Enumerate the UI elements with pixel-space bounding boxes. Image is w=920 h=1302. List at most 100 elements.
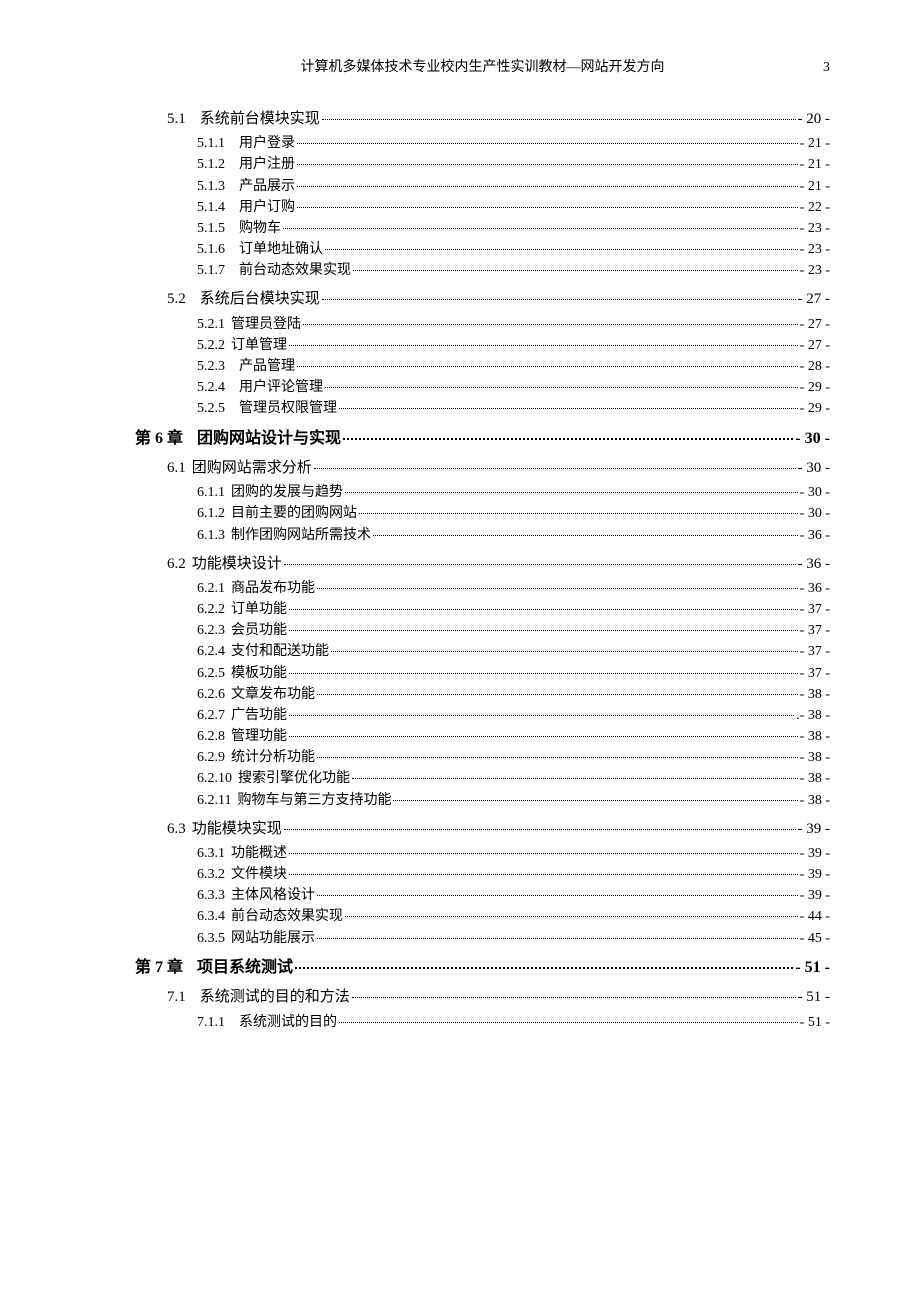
toc-leader-dots — [345, 481, 798, 493]
toc-entry-label: 6.2功能模块设计 — [167, 557, 282, 572]
toc-entry: 6.2功能模块设计- 36 - — [167, 555, 830, 572]
toc-entry-title: 购物车与第三方支持功能 — [237, 793, 391, 808]
page-number: 3 — [800, 60, 830, 76]
toc-entry-label: 5.1.3产品展示 — [197, 180, 295, 194]
toc-leader-dots — [314, 456, 796, 469]
toc-entry-title: 项目系统测试 — [197, 959, 293, 976]
toc-entry-page: - 30 - — [798, 461, 831, 476]
toc-entry-label: 5.2.1管理员登陆 — [197, 318, 301, 332]
toc-entry: 5.1.2用户注册 - 21 - — [197, 156, 830, 172]
toc-entry-number: 6.2.11 — [197, 794, 237, 808]
toc-entry-number: 5.2.4 — [197, 381, 239, 395]
toc-entry-label: 6.3.2文件模块 — [197, 868, 287, 882]
toc-entry: 5.1.5购物车- 23 - — [197, 220, 830, 236]
toc-entry-label: 5.1.4用户订购 — [197, 201, 295, 215]
toc-entry-title: 统计分析功能 — [231, 750, 315, 765]
toc-entry: 5.1.6订单地址确认- 23 - — [197, 241, 830, 257]
toc-leader-dots — [295, 955, 793, 970]
toc-entry-page: - 21 - — [800, 158, 830, 172]
toc-entry-label: 5.1.7前台动态效果实现 — [197, 264, 351, 278]
toc-entry-number: 6.1 — [167, 461, 192, 476]
toc-entry-title: 订单地址确认 — [239, 242, 323, 257]
toc-entry-label: 6.2.11购物车与第三方支持功能 — [197, 794, 391, 808]
toc-entry-label: 5.1.5购物车 — [197, 222, 281, 236]
toc-entry-title: 功能模块设计 — [192, 556, 282, 572]
toc-entry-title: 管理员权限管理 — [239, 401, 337, 416]
toc-entry-page: - 51 - — [795, 960, 830, 976]
toc-entry-label: 5.1.2用户注册 — [197, 158, 295, 172]
toc-entry-page: - 39 - — [800, 889, 830, 903]
toc-entry-label: 6.3.3主体风格设计 — [197, 889, 315, 903]
toc-entry: 6.1.1团购的发展与趋势- 30 - — [197, 484, 830, 500]
toc-leader-dots — [303, 312, 798, 324]
toc-entry-number: 6.2.2 — [197, 603, 231, 617]
toc-entry-number: 5.1 — [167, 112, 200, 127]
toc-entry-page: - 39 - — [800, 847, 830, 861]
toc-leader-dots — [352, 767, 798, 779]
toc-entry-page: - 37 - — [800, 645, 830, 659]
toc-entry-number: 6.3.1 — [197, 847, 231, 861]
toc-leader-dots — [343, 425, 793, 440]
toc-entry-page: - 27 - — [800, 318, 830, 332]
toc-entry-number: 7.1.1 — [197, 1016, 239, 1030]
toc-entry-title: 功能模块实现 — [192, 821, 282, 837]
toc-entry-label: 6.2.5模板功能 — [197, 667, 287, 681]
toc-entry-title: 管理员登陆 — [231, 317, 301, 332]
toc-entry: 6.2.9统计分析功能- 38 - — [197, 749, 830, 765]
toc-entry-page: .- 38 - — [796, 709, 830, 723]
toc-entry-title: 用户订购 — [239, 200, 295, 215]
toc-entry-label: 6.3功能模块实现 — [167, 822, 282, 837]
toc-entry-page: - 21 - — [800, 180, 830, 194]
toc-entry-label: 7.1系统测试的目的和方法 — [167, 990, 350, 1005]
toc-leader-dots — [322, 107, 796, 120]
toc-entry-title: 系统测试的目的和方法 — [200, 989, 350, 1005]
toc-entry: 6.2.2订单功能- 37 - — [197, 601, 830, 617]
toc-entry-label: 6.2.3会员功能 — [197, 624, 287, 638]
toc-entry-number: 6.2.7 — [197, 709, 231, 723]
toc-entry-label: 5.1.1用户登录 — [197, 137, 295, 151]
toc-leader-dots — [289, 598, 798, 610]
toc-leader-dots — [339, 397, 798, 409]
toc-entry-label: 5.2系统后台模块实现 — [167, 292, 320, 307]
toc-entry-title: 用户登录 — [239, 136, 295, 151]
toc-leader-dots — [289, 334, 798, 346]
toc-entry: 6.1团购网站需求分析- 30 - — [167, 459, 830, 476]
toc-leader-dots — [297, 132, 798, 144]
toc-leader-dots — [289, 842, 798, 854]
toc-entry-number: 6.2.4 — [197, 645, 231, 659]
toc-entry-number: 6.2 — [167, 557, 192, 572]
toc-entry-title: 订单功能 — [231, 602, 287, 617]
toc-entry: 5.1系统前台模块实现- 20 - — [167, 110, 830, 127]
toc-entry-page: - 20 - — [798, 112, 831, 127]
toc-leader-dots — [325, 376, 798, 388]
toc-entry: 6.2.8管理功能 - 38 - — [197, 728, 830, 744]
toc-leader-dots — [297, 174, 798, 186]
toc-entry-number: 5.1.6 — [197, 243, 239, 257]
toc-entry-page: - 38 - — [800, 794, 830, 808]
toc-leader-dots — [289, 863, 798, 875]
toc-entry-title: 网站功能展示 — [231, 931, 315, 946]
toc-leader-dots — [297, 196, 798, 208]
toc-entry-title: 用户评论管理 — [239, 380, 323, 395]
toc-entry-page: - 38 - — [800, 730, 830, 744]
toc-entry-page: - 27 - — [800, 339, 830, 353]
toc-entry: 6.2.10搜索引擎优化功能- 38 - — [197, 770, 830, 786]
toc-entry-number: 6.3.3 — [197, 889, 231, 903]
toc-entry-page: - 38 - — [800, 772, 830, 786]
toc-entry-label: 6.1.1团购的发展与趋势 — [197, 486, 343, 500]
toc-entry-page: - 27 - — [798, 292, 831, 307]
toc-entry-title: 搜索引擎优化功能 — [238, 771, 350, 786]
toc-entry-title: 订单管理 — [231, 338, 287, 353]
toc-entry-page: - 30 - — [795, 431, 830, 447]
toc-entry-number: 5.2.1 — [197, 318, 231, 332]
toc-entry-title: 广告功能 — [231, 708, 287, 723]
toc-entry-page: - 51 - — [798, 990, 831, 1005]
toc-entry-label: 6.3.4前台动态效果实现 — [197, 910, 343, 924]
toc-entry: 6.2.11购物车与第三方支持功能 - 38 - — [197, 791, 830, 807]
toc-entry: 6.3.5网站功能展示- 45 - — [197, 929, 830, 945]
toc-entry-page: - 44 - — [800, 910, 830, 924]
toc-entry-number: 6.2.6 — [197, 688, 231, 702]
toc-entry-label: 6.2.8管理功能 — [197, 730, 287, 744]
toc-entry-number: 5.2.5 — [197, 402, 239, 416]
toc-entry-number: 6.3.5 — [197, 932, 231, 946]
